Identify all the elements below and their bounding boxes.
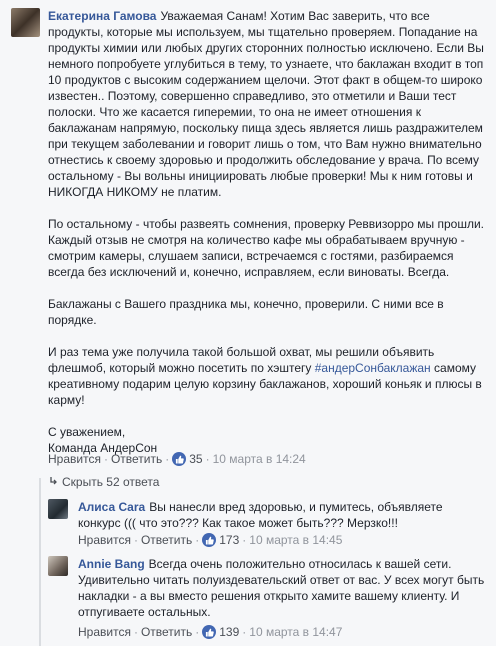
comment-author-link[interactable]: Алиса Cara (78, 500, 145, 514)
like-thumb-icon[interactable] (202, 533, 217, 547)
separator-dot: · (242, 533, 247, 547)
reply-body: Алиса Cara Вы нанесли вред здоровью, и пу… (78, 499, 488, 531)
avatar[interactable] (48, 499, 68, 519)
timestamp[interactable]: 10 марта в 14:24 (213, 452, 306, 466)
hide-arrow-icon (48, 476, 58, 489)
reply-body: Annie Bang Всегда очень положительно отно… (78, 556, 488, 620)
like-count[interactable]: 139 (219, 625, 239, 639)
separator-dot: · (242, 625, 247, 639)
like-count[interactable]: 173 (219, 533, 239, 547)
comment-actions: Нравится · Ответить · 139 · 10 марта в 1… (78, 625, 342, 639)
timestamp[interactable]: 10 марта в 14:45 (249, 533, 342, 547)
hashtag-link[interactable]: #андерСонбаклажан (315, 361, 431, 375)
comment-thread: Екатерина Гамова Уважаемая Санам! Хотим В… (0, 0, 496, 646)
separator-dot: · (133, 625, 138, 639)
replies-rail (39, 478, 41, 646)
comment-actions: Нравится · Ответить · 173 · 10 марта в 1… (78, 533, 342, 547)
comment-paragraph: По остальному - чтобы развеять сомнения,… (48, 217, 485, 279)
comment-paragraph: Уважаемая Санам! Хотим Вас заверить, что… (48, 9, 484, 199)
hide-replies-link[interactable]: Скрыть 52 ответа (48, 475, 159, 489)
comment-author-link[interactable]: Екатерина Гамова (48, 9, 156, 23)
like-button[interactable]: Нравится (78, 625, 131, 639)
separator-dot: · (133, 533, 138, 547)
reply-button[interactable]: Ответить (141, 533, 192, 547)
separator-dot: · (195, 533, 200, 547)
avatar[interactable] (11, 8, 40, 37)
signature-line: С уважением, (48, 425, 126, 439)
reply-button[interactable]: Ответить (111, 452, 162, 466)
timestamp[interactable]: 10 марта в 14:47 (249, 625, 342, 639)
comment-author-link[interactable]: Annie Bang (78, 557, 145, 571)
separator-dot: · (195, 625, 200, 639)
comment-paragraph-flashmob: И раз тема уже получила такой большой ох… (48, 344, 488, 408)
avatar[interactable] (48, 556, 68, 576)
hide-replies-label[interactable]: Скрыть 52 ответа (62, 475, 159, 489)
separator-dot: · (165, 452, 170, 466)
reply-button[interactable]: Ответить (141, 625, 192, 639)
like-count[interactable]: 35 (189, 452, 202, 466)
like-button[interactable]: Нравится (48, 452, 101, 466)
comment-actions: Нравится · Ответить · 35 · 10 марта в 14… (48, 452, 306, 466)
like-button[interactable]: Нравится (78, 533, 131, 547)
like-thumb-icon[interactable] (202, 625, 217, 639)
like-thumb-icon[interactable] (172, 452, 187, 466)
separator-dot: · (205, 452, 210, 466)
separator-dot: · (103, 452, 108, 466)
comment-paragraph: Баклажаны с Вашего праздника мы, конечно… (48, 297, 444, 327)
main-comment-body: Екатерина Гамова Уважаемая Санам! Хотим В… (48, 8, 488, 456)
